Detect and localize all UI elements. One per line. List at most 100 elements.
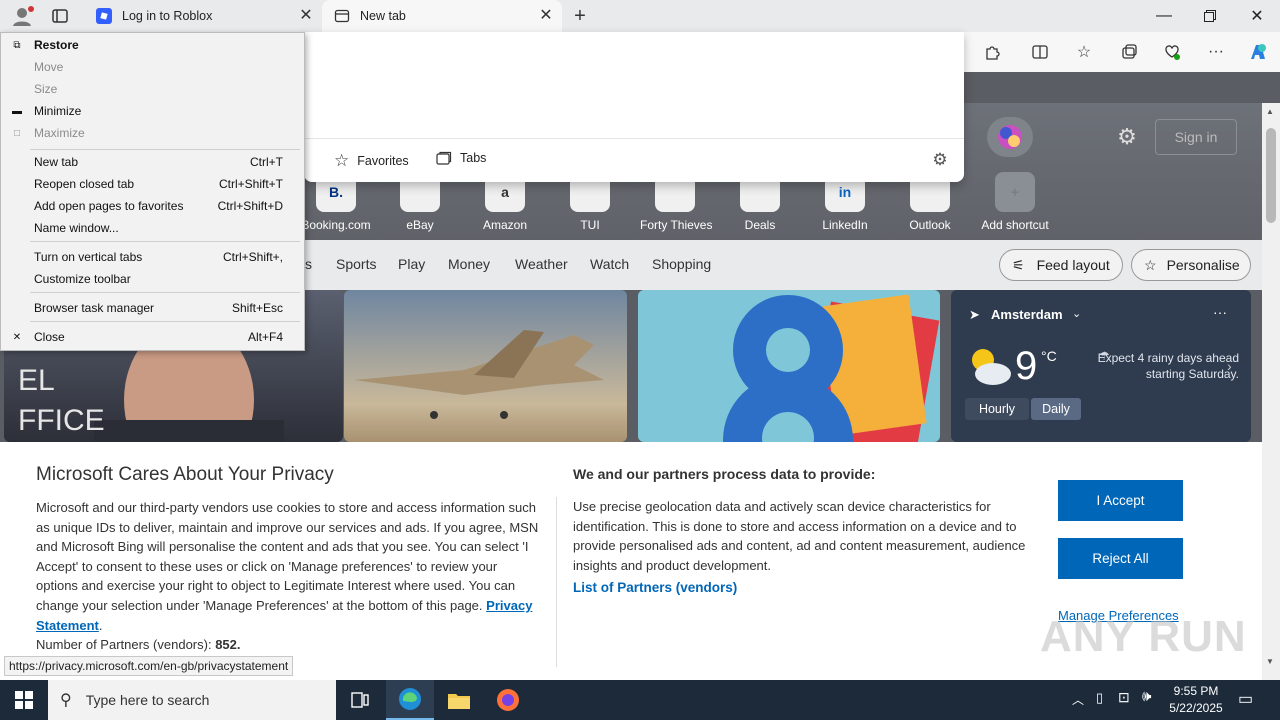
weather-city: Amsterdam [991,307,1063,322]
menu-item-label: Close [34,330,65,344]
menu-item-label: Add open pages to favorites [34,199,184,213]
shortcut-add-shortcut[interactable]: + Add shortcut [980,172,1050,232]
ntp-copilot-button[interactable] [987,117,1033,157]
device-icon[interactable]: ▯ [1096,690,1103,706]
feed-nav-sports[interactable]: Sports [336,256,376,272]
personalise-button[interactable]: ☆ Personalise [1131,249,1251,281]
close-tab-icon[interactable]: ✕ [298,8,314,24]
feed-nav-watch[interactable]: Watch [590,256,629,272]
news-card-3[interactable] [638,290,940,442]
scrollbar-thumb[interactable] [1266,128,1276,223]
location-arrow-icon: ➤ [969,307,980,322]
show-hidden-icons[interactable]: ︿ [1072,691,1084,708]
menu-item-restore[interactable]: ⧉ Restore [0,34,303,56]
menu-item-close[interactable]: ✕ Close Alt+F4 [0,326,303,348]
new-tab-plus-icon[interactable]: + [570,6,590,26]
feed-nav-shopping[interactable]: Shopping [652,256,711,272]
menu-item-reopen-closed-tab[interactable]: Reopen closed tab Ctrl+Shift+T [0,173,303,195]
minimize-window-button[interactable]: — [1141,0,1187,32]
feed-layout-button[interactable]: ⚟ Feed layout [999,249,1123,281]
shortcut-label: LinkedIn [822,218,868,232]
sign-in-button[interactable]: Sign in [1155,119,1237,155]
menu-item-label: Minimize [34,104,82,118]
clock-time: 9:55 PM [1173,684,1219,698]
close-tab-icon[interactable]: ✕ [538,8,554,24]
watermark: ANY RUN [1040,612,1247,661]
extensions-icon[interactable] [980,40,1004,64]
menu-item-label: Restore [34,38,79,52]
ntp-settings-icon[interactable]: ⚙ [1115,125,1139,149]
task-view-icon [351,692,369,708]
menu-item-customize-toolbar[interactable]: Customize toolbar [0,268,303,290]
taskbar-edge[interactable] [386,680,434,720]
list-of-partners-link[interactable]: List of Partners (vendors) [573,580,737,595]
menu-item-browser-task-manager[interactable]: Browser task manager Shift+Esc [0,297,303,319]
menu-item-label: Name window... [34,221,119,235]
tab-actions-button[interactable] [50,6,70,26]
accept-button[interactable]: I Accept [1058,480,1183,521]
chevron-down-icon[interactable]: ⌄ [1072,307,1081,320]
start-button[interactable] [0,680,48,720]
menu-item-label: Move [34,60,64,74]
profile-button[interactable] [8,4,36,28]
menu-item-minimize[interactable]: ▬ Minimize [0,100,303,122]
partners-count: 852. [215,637,241,653]
taskbar-search[interactable]: ⚲ Type here to search [48,680,336,720]
tab-actions-icon [52,9,68,23]
favorites-star-icon[interactable]: ☆ [1072,40,1096,64]
tab-roblox[interactable]: Log in to Roblox ✕ [84,0,322,32]
menu-separator [30,321,300,322]
scroll-down-icon[interactable]: ▼ [1266,657,1274,666]
split-screen-icon[interactable] [1028,40,1052,64]
news-card-2[interactable] [344,290,627,442]
weather-card[interactable]: ➤ Amsterdam ⌄ ··· 9 °C ☂ Expect 4 rainy … [951,290,1251,442]
scroll-up-icon[interactable]: ▲ [1266,107,1274,116]
taskbar-firefox[interactable] [484,680,532,720]
menu-item-name-window[interactable]: Name window... [0,217,303,239]
more-menu-icon[interactable]: ··· [1204,40,1228,64]
task-view-button[interactable] [336,680,384,720]
taskbar-file-explorer[interactable] [435,680,483,720]
taskbar-clock[interactable]: 9:55 PM 5/22/2025 [1160,683,1232,717]
close-window-button[interactable]: ✕ [1234,0,1280,32]
browser-essentials-icon[interactable] [1160,40,1184,64]
roblox-icon [96,8,112,24]
collections-icon[interactable] [1117,40,1141,64]
maximize-icon: □ [13,127,21,139]
windows-icon [15,691,33,709]
dropdown-settings-icon[interactable]: ⚙ [930,150,950,170]
tab-daily[interactable]: Daily [1031,398,1081,420]
menu-item-add-open-pages-to-favorites[interactable]: Add open pages to favorites Ctrl+Shift+D [0,195,303,217]
feed-nav-play[interactable]: Play [398,256,425,272]
copilot-icon[interactable] [1246,40,1270,64]
menu-item-shortcut: Ctrl+Shift+D [217,199,283,213]
restore-icon: ⧉ [13,39,21,51]
tabs-icon [436,151,452,165]
news-image-jet [354,330,604,419]
chevron-right-icon[interactable]: › [1227,358,1232,374]
shortcut-label: Add shortcut [981,218,1049,232]
restore-window-button[interactable] [1187,0,1233,32]
news-image-number-eight [723,294,940,442]
menu-item-label: Reopen closed tab [34,177,135,191]
shortcut-label: Forty Thieves [640,218,713,232]
network-icon[interactable]: ⊡ [1118,689,1130,706]
partners-count-label: Number of Partners (vendors): [36,637,212,653]
reject-all-button[interactable]: Reject All [1058,538,1183,579]
feed-nav-money[interactable]: Money [448,256,490,272]
menu-item-shortcut: Ctrl+Shift+, [222,250,283,264]
menu-item-new-tab[interactable]: New tab Ctrl+T [0,151,303,173]
favorites-button[interactable]: ☆ Favorites [334,151,409,171]
menu-item-turn-on-vertical-tabs[interactable]: Turn on vertical tabs Ctrl+Shift+, [0,246,303,268]
menu-item-shortcut: Alt+F4 [247,330,283,344]
tab-hourly[interactable]: Hourly [965,398,1029,420]
feed-nav-s[interactable]: s [305,256,312,272]
notifications-icon[interactable]: ▭ [1238,689,1253,709]
page-scrollbar[interactable]: ▲ ▼ [1262,103,1280,680]
tabs-button[interactable]: Tabs [436,151,486,165]
volume-icon[interactable]: 🕪 [1142,688,1151,705]
feed-nav-weather[interactable]: Weather [515,256,568,272]
privacy-body: Microsoft and our third-party vendors us… [36,500,539,653]
more-options-icon[interactable]: ··· [1213,304,1227,320]
tab-new-tab[interactable]: New tab ✕ [322,0,562,32]
